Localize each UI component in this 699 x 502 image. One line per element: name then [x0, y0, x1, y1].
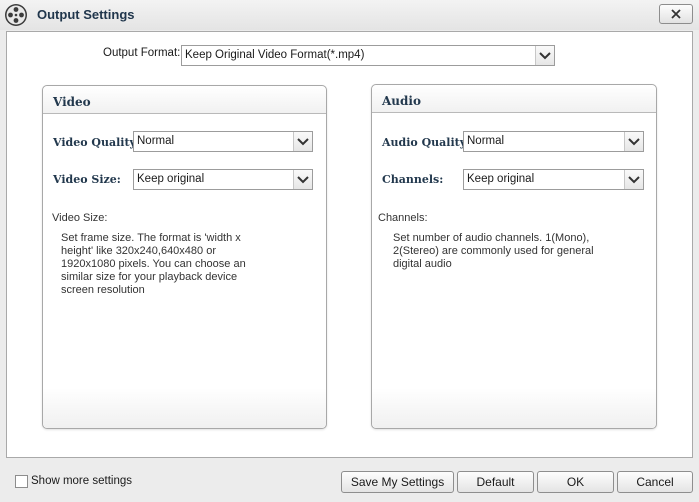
window-title: Output Settings	[37, 7, 135, 22]
audio-quality-label: Audio Quality:	[382, 136, 471, 149]
title-bar: Output Settings	[0, 0, 699, 30]
video-size-label: Video Size:	[53, 173, 121, 186]
video-quality-label: Video Quality:	[53, 136, 140, 149]
default-button[interactable]: Default	[457, 471, 534, 493]
audio-help-label: Channels:	[378, 212, 428, 224]
show-more-checkbox[interactable]	[15, 475, 28, 488]
audio-quality-select[interactable]: Normal	[463, 131, 644, 152]
audio-group-title: Audio	[382, 94, 421, 108]
audio-quality-value: Normal	[467, 135, 505, 147]
close-button[interactable]	[659, 4, 693, 24]
video-group-footer	[43, 388, 326, 428]
chevron-down-icon	[535, 46, 554, 65]
audio-group-header: Audio	[372, 85, 656, 113]
ok-button[interactable]: OK	[537, 471, 614, 493]
video-group-title: Video	[53, 95, 91, 109]
video-group-header: Video	[43, 86, 326, 114]
video-quality-select[interactable]: Normal	[133, 131, 313, 152]
video-help-label: Video Size:	[52, 212, 108, 224]
audio-help-text: Set number of audio channels. 1(Mono), 2…	[393, 232, 594, 270]
chevron-down-icon	[293, 132, 312, 151]
channels-select[interactable]: Keep original	[463, 169, 644, 190]
video-quality-value: Normal	[137, 135, 175, 147]
film-reel-icon	[4, 3, 28, 27]
chevron-down-icon	[293, 170, 312, 189]
channels-value: Keep original	[467, 173, 535, 185]
cancel-button[interactable]: Cancel	[617, 471, 693, 493]
show-more-label[interactable]: Show more settings	[31, 475, 132, 487]
save-settings-button[interactable]: Save My Settings	[341, 471, 454, 493]
video-size-select[interactable]: Keep original	[133, 169, 313, 190]
output-format-value: Keep Original Video Format(*.mp4)	[185, 49, 365, 61]
chevron-down-icon	[624, 170, 643, 189]
channels-label: Channels:	[382, 173, 444, 186]
close-icon	[671, 9, 681, 19]
audio-group-footer	[372, 388, 656, 428]
output-format-select[interactable]: Keep Original Video Format(*.mp4)	[181, 45, 555, 66]
output-format-label: Output Format:	[103, 47, 181, 59]
video-size-value: Keep original	[137, 173, 205, 185]
chevron-down-icon	[624, 132, 643, 151]
video-help-text: Set frame size. The format is 'width x h…	[61, 232, 246, 296]
